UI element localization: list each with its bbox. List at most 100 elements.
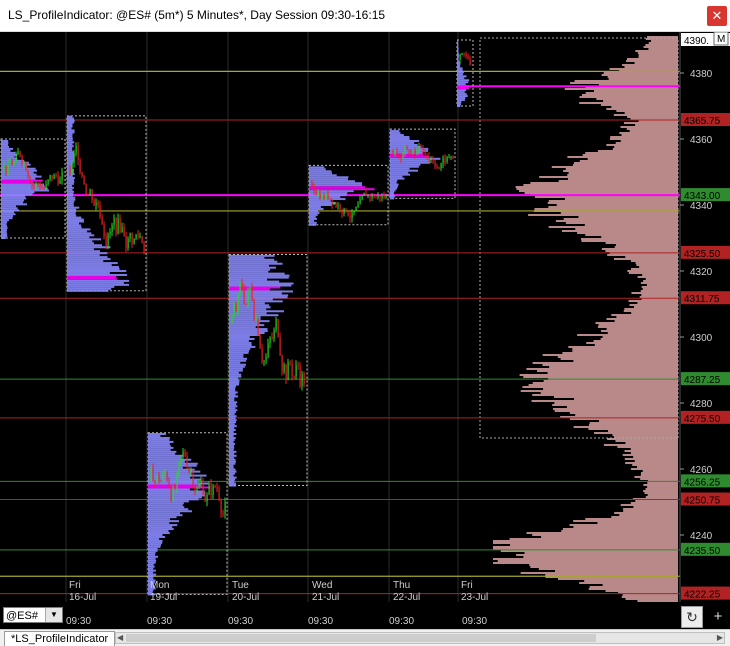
- profile-row: [457, 99, 465, 102]
- chart-area[interactable]: 4380 4360 4340 4320 4300 4280 4260 4240 4390. 436…: [0, 31, 730, 603]
- candle-body: [121, 227, 123, 233]
- profile-row: [148, 462, 198, 465]
- day-date: 19-Jul: [150, 592, 177, 602]
- profile-row: [148, 534, 163, 536]
- profile-row: [148, 464, 197, 467]
- price-chart[interactable]: 4380 4360 4340 4320 4300 4280 4260 4240 4390. 436…: [0, 31, 730, 603]
- profile-row: [67, 139, 73, 142]
- profile-row: [457, 101, 462, 104]
- chevron-down-icon[interactable]: ▼: [45, 608, 62, 622]
- profile-row: [229, 417, 236, 420]
- profile-row: [67, 260, 104, 263]
- composite-profile-row: [623, 508, 678, 510]
- composite-profile-row: [555, 220, 678, 222]
- composite-profile-row: [612, 148, 678, 150]
- profile-row: [229, 468, 236, 471]
- candle-body: [180, 456, 182, 462]
- composite-profile-row: [615, 440, 678, 442]
- day-weekday: Fri: [461, 580, 473, 591]
- composite-profile-row: [627, 270, 678, 272]
- composite-profile-row: [648, 42, 678, 44]
- profile-row: [229, 343, 252, 346]
- composite-profile-row: [625, 462, 678, 464]
- profile-row: [229, 357, 248, 360]
- profile-row: [229, 478, 236, 481]
- horizontal-scrollbar[interactable]: ◀ ▶: [115, 632, 725, 644]
- profile-row: [1, 195, 26, 198]
- tab-ls-profile-indicator[interactable]: *LS_ProfileIndicator: [4, 631, 116, 646]
- profile-row: [67, 214, 77, 217]
- profile-row: [390, 139, 420, 142]
- profile-row: [1, 217, 13, 220]
- scroll-right-icon[interactable]: ▶: [717, 633, 723, 643]
- profile-row: [67, 202, 74, 205]
- profile-row: [67, 206, 80, 209]
- composite-profile-row: [523, 184, 678, 186]
- candle-body: [263, 360, 265, 362]
- candle-body: [319, 193, 321, 199]
- candle-body: [396, 151, 398, 155]
- composite-profile-row: [543, 380, 678, 382]
- candle-body: [194, 485, 196, 494]
- day-date: 22-Jul: [393, 592, 420, 602]
- poc-row: [309, 188, 375, 191]
- composite-profile-row: [625, 598, 678, 600]
- candle-body: [265, 357, 267, 361]
- scroll-thumb[interactable]: [126, 634, 596, 642]
- profile-row: [67, 167, 72, 170]
- composite-profile-row: [643, 280, 678, 282]
- profile-row: [309, 182, 362, 185]
- profile-row: [229, 258, 275, 261]
- composite-profile-row: [639, 266, 678, 268]
- composite-profile-row: [614, 246, 678, 248]
- composite-profile-row: [606, 328, 678, 330]
- profile-row: [1, 189, 50, 192]
- candle-body: [446, 157, 448, 162]
- profile-row: [1, 201, 24, 204]
- candle-body: [218, 489, 220, 500]
- candle-body: [111, 224, 113, 232]
- profile-row: [148, 512, 181, 515]
- composite-profile-row: [593, 90, 678, 92]
- profile-row: [309, 219, 315, 222]
- candle-body: [13, 162, 15, 165]
- composite-profile-row: [573, 162, 678, 164]
- close-button[interactable]: ✕: [707, 6, 727, 26]
- composite-profile-row: [629, 130, 678, 132]
- candle-body: [75, 145, 77, 154]
- candle-body: [345, 208, 347, 212]
- composite-profile-row: [620, 126, 678, 128]
- candle-body: [467, 56, 469, 59]
- composite-profile-row: [602, 336, 678, 338]
- composite-profile-row: [524, 552, 678, 554]
- composite-profile-row: [633, 456, 678, 458]
- composite-profile-row: [553, 408, 678, 410]
- refresh-icon[interactable]: ↻: [681, 606, 703, 628]
- profile-row: [148, 500, 189, 503]
- composite-profile-row: [634, 62, 678, 64]
- profile-row: [229, 480, 235, 483]
- profile-row: [229, 377, 239, 380]
- composite-profile-row: [602, 584, 678, 586]
- candle-body: [337, 204, 339, 207]
- composite-profile-row: [551, 166, 678, 168]
- profile-row: [148, 555, 159, 558]
- composite-profile-row: [626, 128, 678, 130]
- add-icon[interactable]: +: [708, 606, 728, 628]
- profile-row: [1, 151, 16, 154]
- profile-row: [1, 221, 8, 224]
- profile-row: [148, 569, 156, 572]
- candle-body: [15, 154, 17, 163]
- candle-body: [115, 217, 117, 234]
- profile-row: [457, 59, 459, 62]
- candle-body: [186, 456, 188, 468]
- profile-row: [229, 361, 241, 364]
- profile-row: [148, 524, 178, 527]
- profile-row: [309, 176, 349, 179]
- composite-profile-row: [624, 450, 678, 452]
- candle-body: [97, 202, 99, 206]
- profile-row: [390, 191, 395, 194]
- profile-row: [390, 136, 410, 139]
- scroll-left-icon[interactable]: ◀: [117, 633, 123, 643]
- profile-row: [67, 115, 73, 118]
